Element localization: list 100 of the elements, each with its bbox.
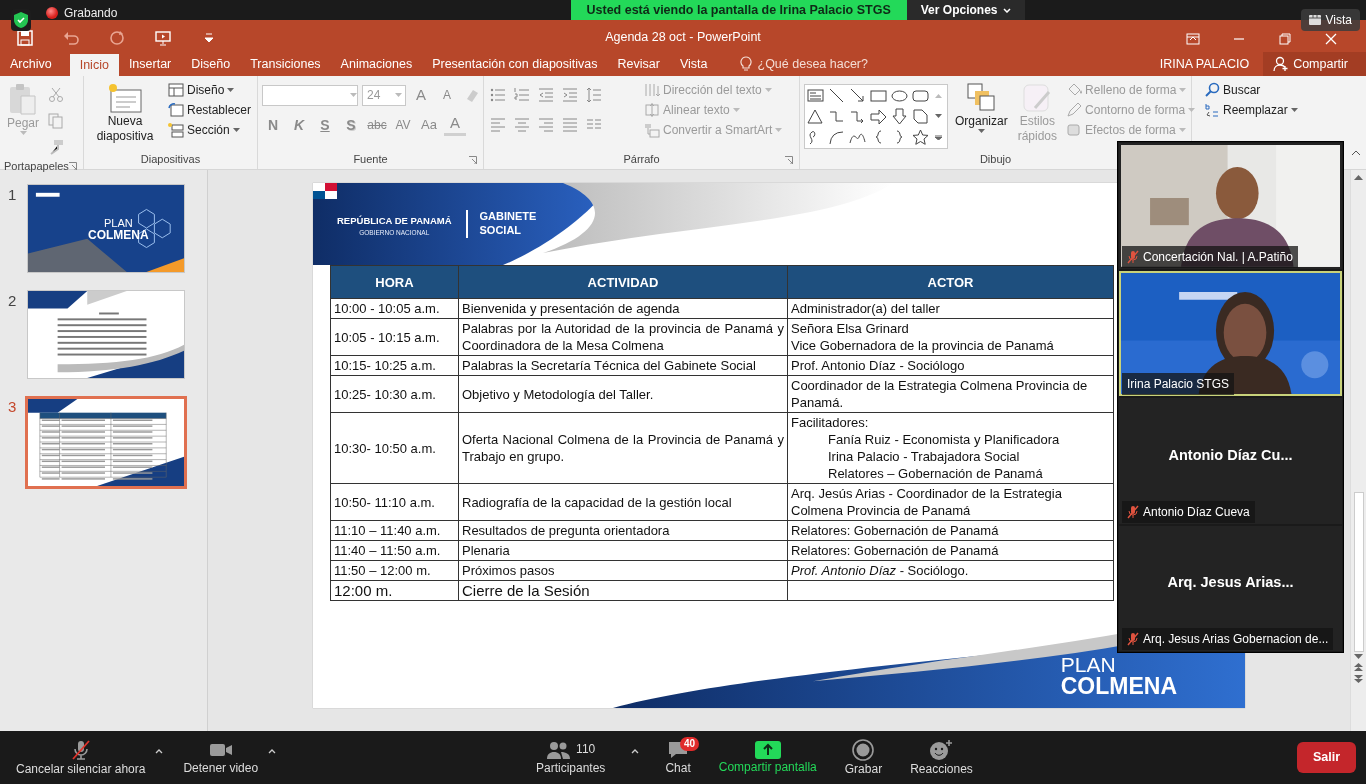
search-icon xyxy=(1204,82,1220,98)
search-field[interactable]: ¿Qué desea hacer? xyxy=(755,53,886,75)
arc-icon[interactable] xyxy=(828,129,845,146)
toolbar-button[interactable]: Cancelar silenciar ahora xyxy=(10,738,152,777)
participant-name: Antonio Díaz Cu... xyxy=(1168,445,1293,465)
arrange-button[interactable]: Organizar xyxy=(952,80,1011,150)
caret-icon xyxy=(1179,87,1187,93)
ribbon-tab[interactable]: Transiciones xyxy=(240,52,331,76)
font-size-field[interactable]: 24 xyxy=(362,84,406,106)
table-cell: Prof. Antonio Díaz - Sociólogo. xyxy=(787,560,1114,581)
save-icon[interactable] xyxy=(17,30,33,46)
right-arrow-icon[interactable] xyxy=(870,108,887,125)
undo-icon[interactable] xyxy=(63,30,79,46)
format-button[interactable]: S xyxy=(340,114,362,136)
caret-icon xyxy=(232,127,240,133)
slide-number: 2 xyxy=(8,291,18,311)
font-name-field[interactable] xyxy=(262,84,358,106)
sharing-banner: Usted está viendo la pantalla de Irina Palacio STGS xyxy=(570,0,907,20)
toolbar-button[interactable]: Compartir pantalla xyxy=(712,740,823,775)
ribbon-tab[interactable]: Vista xyxy=(669,52,718,76)
view-options-button[interactable]: Ver Opciones xyxy=(906,0,1026,20)
ribbon-command[interactable]: Diseño xyxy=(165,80,253,100)
share-button[interactable]: Compartir xyxy=(1263,52,1366,76)
view-button[interactable]: Vista xyxy=(1300,9,1360,31)
toolbar-button[interactable]: 40 Chat xyxy=(659,739,697,776)
ribbon-command[interactable]: Sección xyxy=(165,120,253,140)
ribbon-command[interactable]: Buscar xyxy=(1202,80,1300,100)
slide-thumbnail[interactable] xyxy=(27,290,185,379)
shape-icon[interactable] xyxy=(912,108,929,125)
close-icon[interactable] xyxy=(1324,32,1338,46)
ribbon-tab[interactable]: Insertar xyxy=(118,52,182,76)
ribbon-display-icon[interactable] xyxy=(1186,32,1200,46)
more-icon[interactable] xyxy=(935,135,942,140)
ribbon-tab[interactable]: Diseño xyxy=(181,52,241,76)
caret-up-icon[interactable] xyxy=(631,748,640,754)
triangle-icon[interactable] xyxy=(807,108,824,125)
group-label: Párrafo xyxy=(623,152,660,168)
ribbon-command[interactable]: Reemplazar xyxy=(1202,100,1300,120)
down-arrow-icon[interactable] xyxy=(891,108,908,125)
scroll-down-icon[interactable] xyxy=(1354,654,1363,660)
format-button[interactable]: abc xyxy=(366,114,388,136)
presentation-icon[interactable] xyxy=(155,30,171,46)
caret-up-icon[interactable] xyxy=(155,748,164,754)
scroll-up-icon[interactable] xyxy=(1354,174,1363,180)
dialog-launcher-icon[interactable] xyxy=(469,156,477,164)
oval-icon[interactable] xyxy=(891,87,908,104)
arrow-icon[interactable] xyxy=(849,87,866,104)
bullets-icon[interactable] xyxy=(490,87,506,103)
text-direction-icon xyxy=(644,82,660,98)
shrink-font-button[interactable]: A xyxy=(436,84,458,106)
ribbon-tab[interactable]: Presentación con diapositivas xyxy=(422,52,608,76)
line-icon[interactable] xyxy=(828,87,845,104)
collapse-ribbon-icon[interactable] xyxy=(1351,150,1361,156)
format-painter-icon[interactable] xyxy=(48,139,65,155)
align-text-icon xyxy=(644,102,660,118)
ribbon-tab[interactable]: Inicio xyxy=(69,54,119,76)
toolbar-button[interactable]: 110 Participantes xyxy=(530,739,612,776)
ribbon-command[interactable]: Restablecer xyxy=(165,100,253,120)
ribbon-tab[interactable]: Revisar xyxy=(607,52,670,76)
table-cell: 10:25- 10:30 a.m. xyxy=(330,375,459,413)
ribbon-tab[interactable]: Animaciones xyxy=(330,52,423,76)
dialog-launcher-icon[interactable] xyxy=(785,156,793,164)
format-button[interactable]: K xyxy=(288,114,310,136)
new-slide-button[interactable]: Nueva diapositiva xyxy=(88,80,162,150)
star-icon[interactable] xyxy=(912,129,929,146)
thumbnail-text: COLMENA xyxy=(88,229,149,241)
next-slide-icon[interactable] xyxy=(1354,674,1363,684)
restore-icon[interactable] xyxy=(1278,32,1292,46)
table-cell: Radiografía de la capacidad de la gestión local xyxy=(458,483,788,521)
ribbon-tab[interactable]: Archivo xyxy=(0,52,62,76)
toolbar-button[interactable]: Detener video xyxy=(177,739,265,776)
table-cell: Prof. Antonio Díaz - Sociólogo xyxy=(787,355,1114,376)
group-label: Portapapeles xyxy=(4,159,69,174)
format-button[interactable]: N xyxy=(262,114,284,136)
slide-thumbnail[interactable]: PLAN COLMENA xyxy=(27,184,185,273)
redo-icon[interactable] xyxy=(109,30,125,46)
scroll-down-icon[interactable] xyxy=(935,114,942,119)
toolbar-button[interactable]: Grabar xyxy=(838,738,889,777)
format-button[interactable]: AV xyxy=(392,114,414,136)
caret-up-icon[interactable] xyxy=(268,748,277,754)
format-button[interactable]: A xyxy=(444,114,466,136)
participant-count: 110 xyxy=(576,742,596,757)
shapes-gallery[interactable] xyxy=(804,84,948,149)
reset-icon xyxy=(167,102,184,118)
rounded-rectangle-icon[interactable] xyxy=(912,87,929,104)
caret-icon xyxy=(732,107,740,113)
window-title: Agenda 28 oct - PowerPoint xyxy=(605,30,761,44)
format-button[interactable]: S xyxy=(314,114,336,136)
previous-slide-icon[interactable] xyxy=(1354,662,1363,672)
dialog-launcher-icon[interactable] xyxy=(69,161,77,170)
person-icon xyxy=(1273,56,1290,72)
scrollbar-thumb[interactable] xyxy=(1353,492,1364,652)
slide-thumbnail[interactable] xyxy=(25,396,187,489)
format-button[interactable]: Aa xyxy=(418,114,440,136)
toolbar-button[interactable]: Reacciones xyxy=(904,738,979,777)
leave-button[interactable]: Salir xyxy=(1296,742,1356,773)
line-spacing-icon[interactable] xyxy=(586,87,602,103)
section-icon xyxy=(167,122,184,138)
group-label: Dibujo xyxy=(979,152,1012,168)
grow-font-button[interactable]: A xyxy=(410,84,432,106)
